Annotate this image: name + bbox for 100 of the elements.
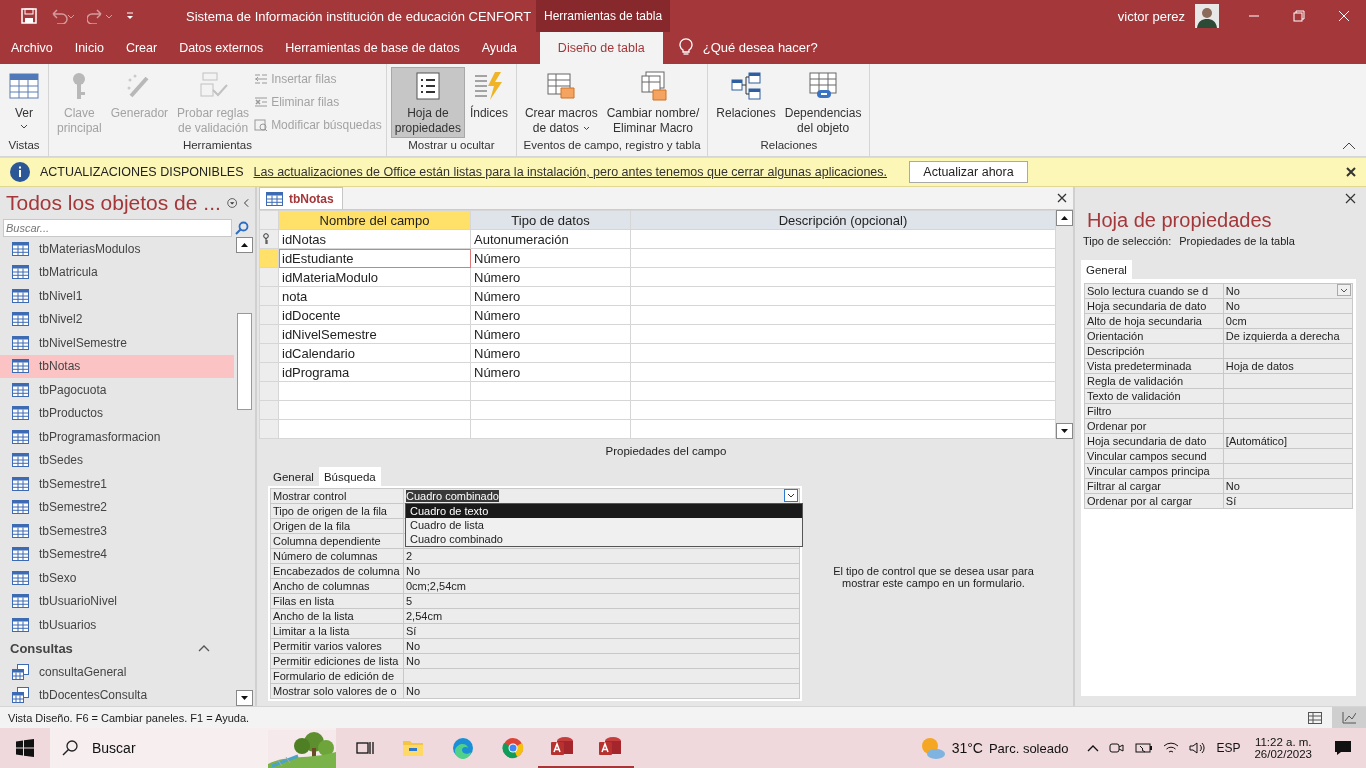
nav-item[interactable]: tbNivel1 — [0, 284, 234, 308]
field-name-cell[interactable]: idPrograma — [278, 362, 471, 382]
ribbon-tab[interactable]: Datos externos — [168, 32, 275, 64]
ribbon-tab[interactable]: Ayuda — [470, 32, 528, 64]
volume-icon[interactable] — [1189, 741, 1206, 755]
collapse-pane-icon[interactable] — [243, 197, 249, 209]
battery-icon[interactable] — [1135, 742, 1154, 754]
redo-icon[interactable] — [87, 8, 113, 24]
nav-item[interactable]: consultaGeneral — [0, 660, 234, 684]
nav-item[interactable]: tbUsuarioNivel — [0, 589, 234, 613]
data-type-cell[interactable]: Número — [470, 362, 631, 382]
column-header[interactable]: Nombre del campo — [278, 210, 471, 230]
nav-item[interactable]: tbMatricula — [0, 260, 234, 284]
data-type-cell[interactable]: Número — [470, 286, 631, 306]
nav-item[interactable]: tbSemestre1 — [0, 472, 234, 496]
collapse-ribbon-icon[interactable] — [1342, 142, 1356, 150]
ribbon-button[interactable]: Crear macros de datos — [520, 67, 602, 138]
field-name-cell[interactable]: idNotas — [278, 229, 471, 249]
weather-text[interactable]: Parc. soleado — [988, 740, 1069, 756]
data-type-cell[interactable]: Número — [470, 324, 631, 344]
data-type-cell[interactable]: Número — [470, 267, 631, 287]
close-icon[interactable] — [1346, 167, 1356, 177]
ribbon-button[interactable]: Ver — [4, 67, 44, 131]
field-name-cell[interactable]: idDocente — [278, 305, 471, 325]
field-name-cell[interactable]: idCalendario — [278, 343, 471, 363]
pane-title[interactable]: Todos los objetos de ... — [6, 191, 221, 215]
property-tab[interactable]: Búsqueda — [318, 467, 381, 486]
browser-icon[interactable] — [452, 737, 474, 759]
scroll-up-icon[interactable] — [1056, 210, 1073, 226]
scrollbar-thumb[interactable] — [237, 313, 252, 410]
column-header[interactable]: Descripción (opcional) — [630, 210, 1056, 230]
clock-date[interactable]: 26/02/2023 — [1254, 748, 1312, 760]
avatar-icon[interactable] — [1195, 4, 1219, 28]
dropdown-circle-icon[interactable] — [226, 196, 238, 210]
restore-icon[interactable] — [1293, 10, 1305, 22]
language-indicator[interactable]: ESP — [1216, 741, 1241, 755]
message-link[interactable]: Las actualizaciones de Office están listas para la instalación, pero antes tenemos que cerrar algunas aplicaciones. — [253, 165, 887, 179]
property-tab[interactable]: General — [268, 467, 319, 486]
task-view-icon[interactable] — [356, 740, 374, 756]
close-icon[interactable] — [1345, 192, 1356, 204]
undo-icon[interactable] — [49, 8, 75, 24]
ribbon-tab[interactable]: Diseño de tabla — [539, 32, 663, 64]
user-name[interactable]: victor perez — [1117, 8, 1185, 24]
data-type-cell[interactable]: Número — [470, 343, 631, 363]
data-type-cell[interactable]: Autonumeración — [470, 229, 631, 249]
property-value[interactable]: No — [1223, 283, 1353, 299]
field-name-cell[interactable]: idEstudiante — [278, 248, 471, 268]
update-button[interactable]: Actualizar ahora — [909, 161, 1028, 183]
section-header[interactable]: Consultas — [0, 636, 236, 660]
tell-me-field[interactable]: ¿Qué desea hacer? — [702, 32, 818, 64]
data-type-cell[interactable]: Número — [470, 305, 631, 325]
nav-item[interactable]: tbNivelSemestre — [0, 331, 234, 355]
nav-item[interactable]: tbSemestre4 — [0, 542, 234, 566]
ribbon-button[interactable]: Índices — [465, 67, 512, 123]
property-value[interactable]: Cuadro combinado — [403, 488, 800, 504]
property-tab[interactable]: General — [1081, 260, 1132, 279]
save-icon[interactable] — [21, 8, 37, 24]
scroll-down-icon[interactable] — [236, 690, 253, 706]
search-field[interactable]: Buscar — [50, 728, 336, 768]
ribbon-tab[interactable]: Crear — [114, 32, 169, 64]
dropdown-option[interactable]: Cuadro de texto — [406, 504, 802, 518]
dropdown-option[interactable]: Cuadro de lista — [406, 518, 802, 532]
folder-icon[interactable] — [402, 739, 424, 757]
nav-item[interactable]: tbDocentesConsulta — [0, 683, 234, 706]
nav-item[interactable]: tbUsuarios — [0, 613, 234, 637]
scroll-up-icon[interactable] — [236, 237, 253, 253]
document-tab[interactable]: tbNotas — [259, 187, 343, 209]
field-name-cell[interactable]: nota — [278, 286, 471, 306]
field-name-cell[interactable]: idMateriaModulo — [278, 267, 471, 287]
lightbulb-icon[interactable] — [678, 38, 693, 56]
nav-item[interactable]: tbNotas — [0, 354, 234, 378]
ribbon-tab[interactable]: Herramientas de base de datos — [274, 32, 471, 64]
ribbon-tab[interactable]: Archivo — [0, 32, 64, 64]
nav-item[interactable]: tbSemestre2 — [0, 495, 234, 519]
wifi-icon[interactable] — [1163, 741, 1180, 755]
ribbon-button[interactable]: Hoja de propiedades — [390, 67, 465, 138]
customize-icon[interactable] — [125, 11, 135, 21]
temperature[interactable]: 31°C — [951, 740, 983, 756]
nav-item[interactable]: tbSemestre3 — [0, 519, 234, 543]
ribbon-tab[interactable]: Inicio — [63, 32, 115, 64]
scrollbar[interactable] — [1056, 210, 1073, 439]
chevron-up-icon[interactable] — [1087, 744, 1100, 752]
search-field[interactable]: Buscar... — [3, 219, 232, 237]
windows-icon[interactable] — [16, 739, 34, 757]
notification-icon[interactable] — [1334, 740, 1352, 756]
clock-time[interactable]: 11:22 a. m. — [1254, 736, 1312, 748]
nav-item[interactable]: tbProductos — [0, 401, 234, 425]
nav-item[interactable]: tbNivel2 — [0, 307, 234, 331]
nav-item[interactable]: tbProgramasformacion — [0, 425, 234, 449]
ribbon-button[interactable]: Relaciones — [712, 67, 780, 123]
scroll-down-icon[interactable] — [1056, 423, 1073, 439]
dropdown-option[interactable]: Cuadro combinado — [406, 532, 802, 546]
chrome-icon[interactable] — [502, 737, 524, 759]
field-name-cell[interactable]: idNivelSemestre — [278, 324, 471, 344]
scrollbar[interactable] — [236, 237, 253, 706]
camera-icon[interactable] — [1109, 740, 1126, 756]
column-header[interactable]: Tipo de datos — [470, 210, 631, 230]
nav-item[interactable]: tbPagocuota — [0, 378, 234, 402]
data-type-cell[interactable]: Número — [470, 248, 631, 268]
ribbon-button[interactable]: Dependencias del objeto — [780, 67, 866, 138]
